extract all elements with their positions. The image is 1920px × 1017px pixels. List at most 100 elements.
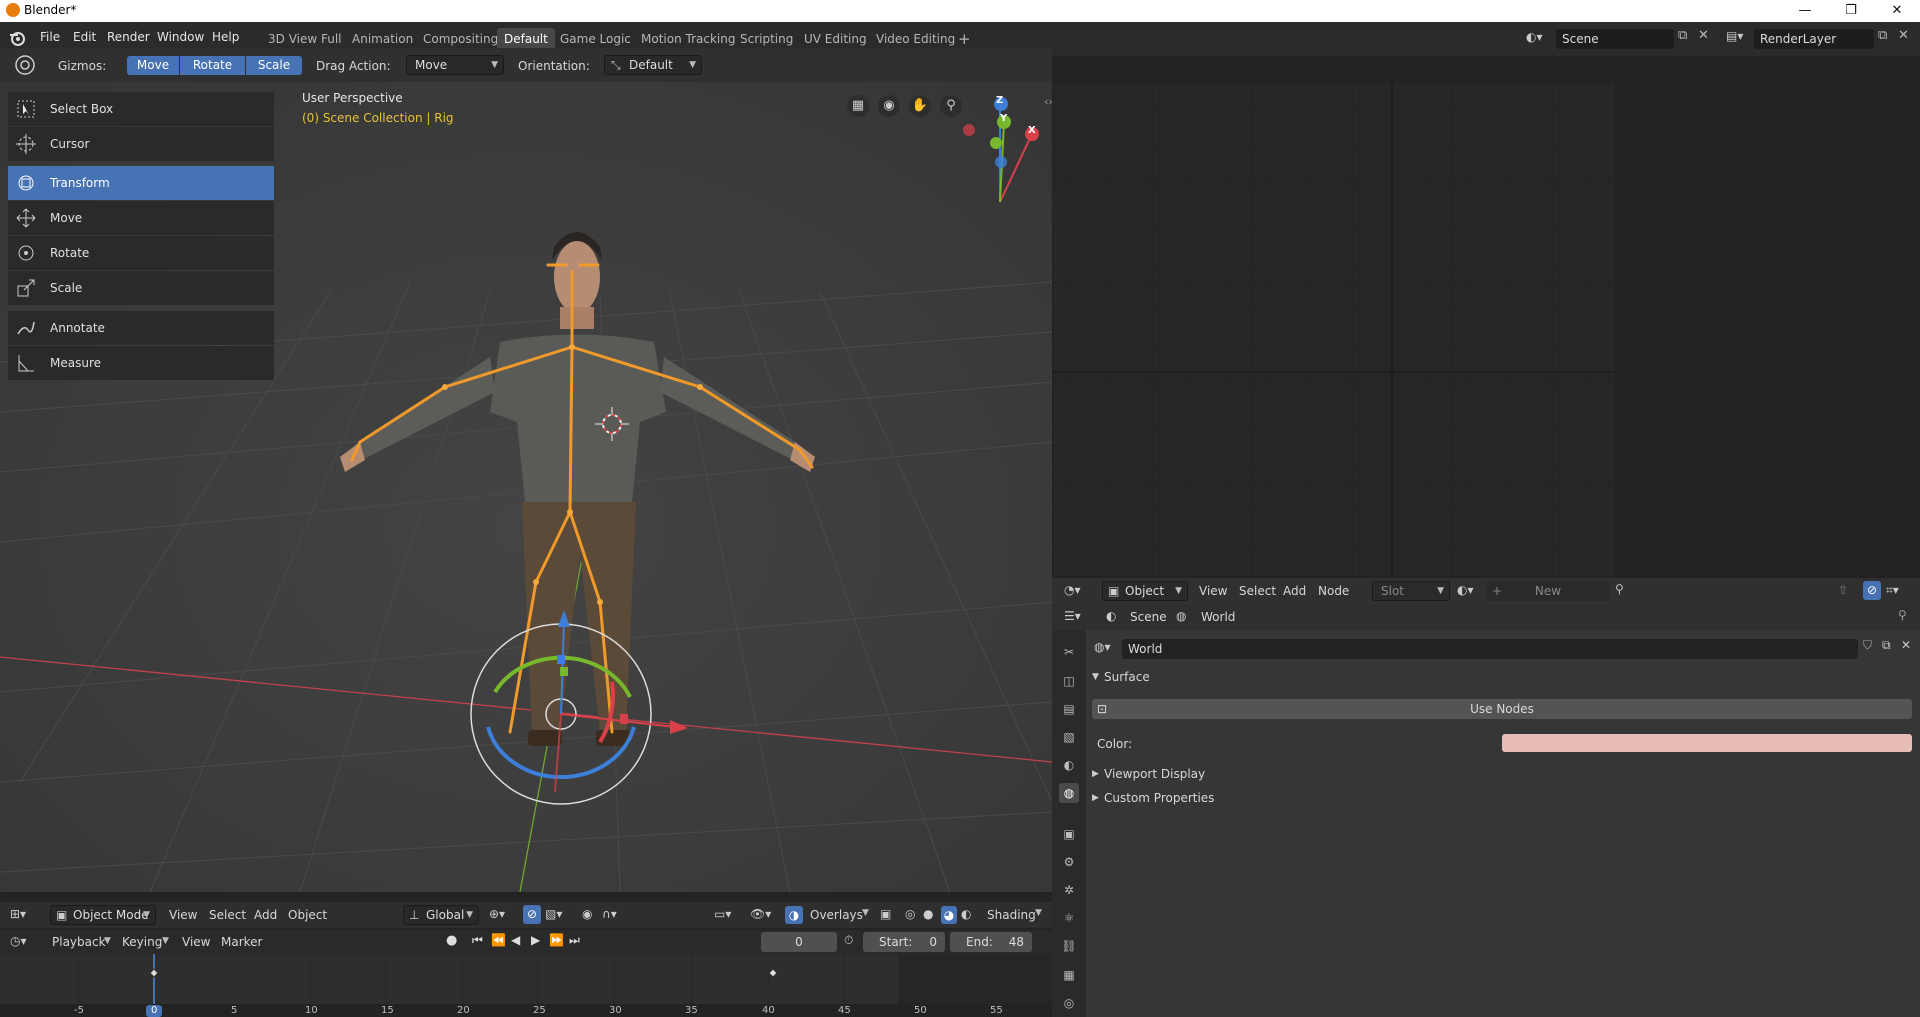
output-tab-icon[interactable]: ▤ [1059,699,1079,719]
add-workspace-button[interactable]: + [951,28,978,50]
expand-right-icon[interactable]: ▶ [1092,769,1099,779]
shader-node-editor[interactable] [1052,82,1614,576]
orientation-dropdown[interactable]: ⤡ Default ▼ [604,55,702,75]
view-object-types-icon[interactable]: ▭▾ [714,907,731,921]
minimize-button[interactable]: — [1782,0,1828,22]
renderlayer-copy-icon[interactable]: ⧉ [1878,28,1887,43]
tool-tab-icon[interactable]: ✂ [1059,642,1079,662]
node-editor-type-icon[interactable]: ◔▾ [1064,583,1081,597]
start-frame-field[interactable]: Start: 0 [863,932,945,952]
menu-add[interactable]: Add [1283,584,1306,598]
tab-uv-editing[interactable]: UV Editing [797,28,874,50]
menu-view[interactable]: View [1199,584,1227,598]
tab-game-logic[interactable]: Game Logic [553,28,638,50]
menu-render[interactable]: Render [107,30,150,44]
breadcrumb-world[interactable]: World [1201,610,1235,624]
data-tab-icon[interactable]: ◎ [1059,993,1079,1013]
area-split-icon[interactable]: ‹› [1044,95,1052,108]
proportional-edit-icon[interactable]: ◉ [582,907,592,921]
prev-keyframe-icon[interactable]: ⏪ [491,933,506,947]
tool-move[interactable]: Move [8,201,274,235]
particles-tab-icon[interactable]: ✲ [1059,880,1079,900]
menu-node[interactable]: Node [1318,584,1349,598]
scene-field[interactable]: Scene [1556,29,1674,49]
modifier-tab-icon[interactable]: ⚙ [1059,852,1079,872]
physics-tab-icon[interactable]: ⚛ [1059,908,1079,928]
pan-hand-icon[interactable]: ✋ [909,95,931,117]
wireframe-shading-icon[interactable]: ◎ [905,907,915,921]
tool-cursor[interactable]: Cursor [8,127,274,161]
render-tab-icon[interactable]: ◫ [1059,671,1079,691]
shading-dropdown[interactable]: Shading [987,908,1036,922]
menu-select[interactable]: Select [209,908,246,922]
drag-action-dropdown[interactable]: Move ▼ [406,55,504,75]
menu-view[interactable]: View [182,935,210,949]
mode-dropdown[interactable]: ▣ Object Mode ▼ [50,905,156,925]
jump-end-icon[interactable]: ⏭ [569,933,580,948]
world-copy-icon[interactable]: ⧉ [1882,638,1891,653]
pivot-point-icon[interactable]: ⊕▾ [489,907,505,921]
play-icon[interactable]: ▶ [531,933,540,947]
restore-button[interactable]: ❐ [1828,0,1874,22]
tool-rotate[interactable]: Rotate [8,236,274,270]
world-tab-icon[interactable]: ◍ [1059,783,1079,803]
scene-browse-icon[interactable]: ◐▾ [1526,30,1552,48]
shader-type-dropdown[interactable]: ▣ Object ▼ [1102,581,1188,601]
expand-down-icon[interactable]: ▼ [1092,672,1099,682]
tab-default[interactable]: Default [497,28,555,50]
menu-keying[interactable]: Keying [122,935,162,949]
solid-shading-icon[interactable]: ● [923,907,933,921]
snap-node-icon[interactable]: ⊘ [1863,581,1881,600]
overlays-toggle-icon[interactable]: ◑ [785,906,803,924]
snap-node-type-icon[interactable]: ⌗▾ [1886,583,1899,598]
close-window-button[interactable]: ✕ [1874,0,1920,22]
world-browse-icon[interactable]: ◍▾ [1094,640,1111,654]
timeline-editor-icon[interactable]: ◷▾ [10,934,27,948]
visibility-icon[interactable]: 👁▾ [750,907,771,921]
transform-orientation-dropdown[interactable]: ⊥ Global ▼ [403,905,479,925]
viewport-display-panel-title[interactable]: Viewport Display [1104,767,1205,781]
tab-compositing[interactable]: Compositing [416,28,505,50]
view-layer-tab-icon[interactable]: ▧ [1059,727,1079,747]
texture-tab-icon[interactable]: ▦ [1059,965,1079,985]
tab-video-editing[interactable]: Video Editing [869,28,962,50]
world-unlink-icon[interactable]: ✕ [1901,638,1911,652]
tool-annotate[interactable]: Annotate [8,311,274,345]
next-keyframe-icon[interactable]: ⏩ [549,933,564,947]
world-color-swatch[interactable] [1502,734,1912,752]
stopwatch-icon[interactable]: ⏱ [844,933,853,948]
falloff-icon[interactable]: ∩▾ [602,907,617,921]
menu-marker[interactable]: Marker [221,935,262,949]
world-name-field[interactable]: World [1122,639,1858,659]
current-frame-field[interactable]: 0 [761,932,837,952]
slot-dropdown[interactable]: Slot ▼ [1372,581,1450,601]
renderlayer-field[interactable]: RenderLayer [1754,29,1874,49]
snap-target-icon[interactable]: ▧▾ [545,907,562,921]
tab-animation[interactable]: Animation [345,28,420,50]
renderlayer-delete-icon[interactable]: ✕ [1898,28,1909,43]
material-shading-icon[interactable]: ◕ [941,906,957,924]
camera-view-icon[interactable]: ◉ [878,95,900,117]
tool-measure[interactable]: Measure [8,346,274,380]
constraints-tab-icon[interactable]: ⛓ [1059,936,1079,956]
snap-toggle-icon[interactable]: ⊘ [523,905,541,924]
blender-menu-icon[interactable] [8,29,28,47]
use-nodes-button[interactable]: ⊡ Use Nodes [1092,699,1912,719]
menu-view[interactable]: View [169,908,197,922]
rendered-shading-icon[interactable]: ◐ [961,907,971,921]
scene-copy-icon[interactable]: ⧉ [1678,28,1687,43]
new-material-button[interactable]: + New [1486,581,1610,601]
menu-playback[interactable]: Playback [52,935,106,949]
pin-icon[interactable]: ⚲ [1898,608,1907,622]
tab-motion-tracking[interactable]: Motion Tracking [634,28,742,50]
object-tab-icon[interactable]: ▣ [1059,824,1079,844]
parent-node-tree-icon[interactable]: ⇧ [1838,583,1848,597]
scene-delete-icon[interactable]: ✕ [1698,28,1709,43]
record-icon[interactable]: ● [446,933,457,948]
custom-properties-panel-title[interactable]: Custom Properties [1104,791,1214,805]
surface-panel-title[interactable]: Surface [1104,670,1150,684]
gizmo-scale-button[interactable]: Scale [246,56,302,75]
material-browse-icon[interactable]: ◐▾ [1457,583,1474,597]
gizmo-rotate-button[interactable]: Rotate [180,56,245,75]
menu-file[interactable]: File [40,30,60,44]
